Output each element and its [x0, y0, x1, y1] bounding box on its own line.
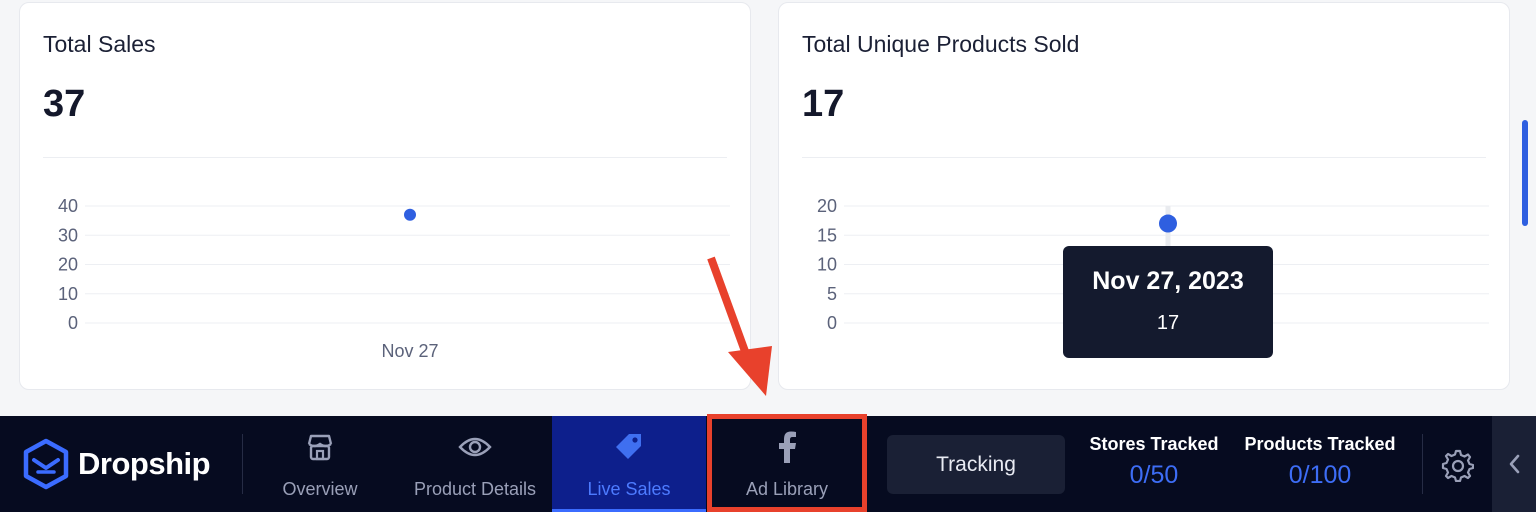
- store-icon: [305, 432, 335, 462]
- nav-ad-library[interactable]: Ad Library: [712, 416, 862, 512]
- tooltip-value: 17: [1156, 312, 1180, 334]
- bottom-toolbar: Dropship Overview Product Details Live S…: [0, 416, 1536, 512]
- facebook-icon: [776, 431, 798, 463]
- y-tick-label: 0: [827, 313, 837, 333]
- y-tick-label: 15: [817, 225, 837, 245]
- chart-tooltip: Nov 27, 2023 17: [1063, 246, 1273, 358]
- stat-label: Stores Tracked: [1089, 434, 1219, 454]
- brand-name: Dropship: [78, 446, 211, 481]
- y-tick-label: 30: [58, 225, 78, 245]
- tracking-button[interactable]: Tracking: [887, 435, 1065, 494]
- x-tick-label: Nov 27: [381, 341, 438, 361]
- nav-label: Ad Library: [745, 479, 829, 499]
- stores-tracked-stat: Stores Tracked 0/50: [1086, 434, 1222, 490]
- products-tracked-stat: Products Tracked 0/100: [1240, 434, 1400, 490]
- dropship-logo[interactable]: Dropship: [22, 438, 211, 490]
- collapse-panel-button[interactable]: [1492, 416, 1536, 512]
- nav-label: Overview: [282, 479, 358, 499]
- card-divider: [43, 157, 727, 158]
- total-sales-chart: 0 10 20 30 40 Nov 27: [58, 196, 730, 361]
- divider: [1422, 434, 1423, 494]
- card-value: 17: [802, 83, 845, 125]
- nav-overview[interactable]: Overview: [260, 416, 380, 512]
- divider: [242, 434, 243, 494]
- stat-value: 0/50: [1129, 461, 1179, 489]
- stat-value: 0/100: [1288, 461, 1352, 489]
- tag-icon: [613, 432, 645, 462]
- tooltip-date: Nov 27, 2023: [1092, 267, 1244, 295]
- y-tick-label: 40: [58, 196, 78, 216]
- card-title: Total Sales: [43, 31, 156, 57]
- nav-label: Product Details: [413, 479, 537, 499]
- nav-product-details[interactable]: Product Details: [400, 416, 550, 512]
- chevron-left-icon: [1509, 454, 1520, 474]
- stat-label: Products Tracked: [1244, 434, 1396, 454]
- y-tick-label: 10: [58, 284, 78, 304]
- dropship-logo-icon: [23, 438, 69, 490]
- y-tick-label: 5: [827, 284, 837, 304]
- gear-icon[interactable]: [1440, 448, 1474, 482]
- y-tick-label: 20: [58, 255, 78, 275]
- y-tick-label: 0: [68, 313, 78, 333]
- y-tick-label: 10: [817, 255, 837, 275]
- scrollbar-thumb[interactable]: [1522, 120, 1528, 226]
- data-point: [1159, 214, 1177, 233]
- data-point: [404, 208, 416, 221]
- eye-icon: [458, 432, 492, 462]
- y-tick-label: 20: [817, 196, 837, 216]
- card-divider: [802, 157, 1486, 158]
- card-value: 37: [43, 83, 86, 125]
- nav-live-sales[interactable]: Live Sales: [552, 416, 706, 512]
- total-sales-card: Total Sales 37 0 10 20 30 40 Nov 27: [19, 2, 751, 390]
- card-title: Total Unique Products Sold: [802, 31, 1080, 57]
- nav-label: Live Sales: [587, 479, 671, 499]
